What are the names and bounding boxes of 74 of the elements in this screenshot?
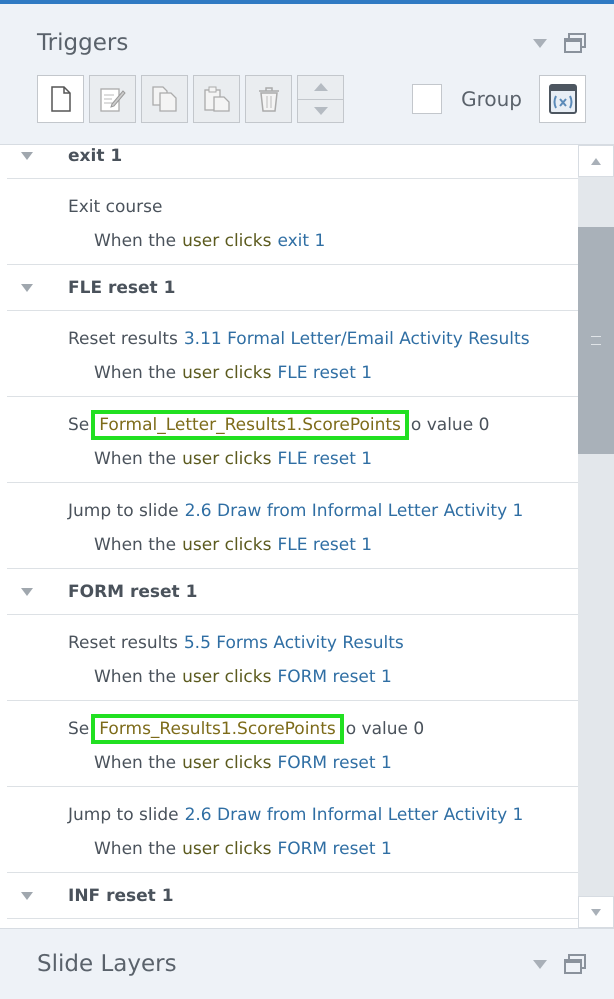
group-name[interactable]: INF reset 1 (68, 886, 174, 906)
clipboard-icon (204, 86, 230, 112)
object-link[interactable]: 5.5 Forms Activity Results (184, 633, 404, 653)
new-trigger-button[interactable] (37, 75, 84, 123)
condition-text: When the (94, 231, 176, 251)
copy-icon (152, 86, 178, 112)
condition-text: When the (94, 363, 176, 383)
scroll-up-button[interactable] (578, 145, 614, 177)
condition-text: When the (94, 753, 176, 773)
keyword-text: user clicks (182, 231, 272, 251)
action-text: Jump to slide (68, 805, 179, 825)
object-link[interactable]: 3.11 Formal Letter/Email Activity Results (184, 329, 530, 349)
move-up-button[interactable] (297, 75, 344, 100)
copy-button[interactable] (141, 75, 188, 123)
action-text: o value 0 (346, 719, 424, 739)
collapse-caret-icon[interactable] (21, 284, 33, 292)
keyword-text: user clicks (182, 449, 272, 469)
condition-text: When the (94, 535, 176, 555)
object-link[interactable]: FORM reset 1 (277, 753, 392, 773)
group-label: Group (461, 87, 522, 111)
collapse-caret-icon[interactable] (21, 892, 33, 900)
variable-highlight: Formal_Letter_Results1.ScorePoints (91, 410, 409, 440)
edit-page-icon (100, 86, 126, 112)
up-arrow-icon (591, 158, 601, 164)
object-link[interactable]: FLE reset 1 (277, 449, 372, 469)
keyword-text: user clicks (182, 839, 272, 859)
move-down-button[interactable] (297, 100, 344, 123)
action-text: o value 0 (410, 415, 490, 435)
keyword-text: user clicks (182, 363, 272, 383)
delete-button[interactable] (245, 75, 292, 123)
action-text: Se (68, 415, 90, 435)
scrollbar-thumb[interactable] (578, 227, 614, 454)
group-checkbox[interactable] (412, 84, 442, 114)
collapse-caret-icon[interactable] (21, 152, 33, 160)
condition-text: When the (94, 839, 176, 859)
object-link[interactable]: FLE reset 1 (277, 535, 372, 555)
keyword-text: user clicks (182, 667, 272, 687)
object-link[interactable]: exit 1 (277, 231, 326, 251)
trash-icon (256, 86, 280, 112)
group-name[interactable]: FLE reset 1 (68, 278, 176, 298)
restore-window-icon[interactable] (564, 33, 586, 53)
down-arrow-icon (314, 106, 328, 115)
scroll-down-button[interactable] (578, 896, 614, 928)
dropdown-caret-icon[interactable] (533, 960, 547, 968)
blank-page-icon (50, 86, 70, 112)
variable-window-icon (548, 84, 576, 114)
variables-button[interactable] (539, 75, 586, 123)
restore-window-icon[interactable] (564, 954, 586, 974)
object-link[interactable]: FLE reset 1 (277, 363, 372, 383)
variable-highlight: Forms_Results1.ScorePoints (91, 714, 344, 744)
object-link[interactable]: FORM reset 1 (277, 839, 392, 859)
object-link[interactable]: FORM reset 1 (277, 667, 392, 687)
group-name[interactable]: FORM reset 1 (68, 582, 198, 602)
panel-title: Slide Layers (37, 951, 177, 977)
action-text: Se (68, 719, 90, 739)
group-name[interactable]: exit 1 (68, 146, 122, 166)
action-text: Exit course (68, 197, 162, 217)
keyword-text: user clicks (182, 753, 272, 773)
action-text: Reset results (68, 633, 178, 653)
action-text: Jump to slide (68, 501, 179, 521)
action-text: Reset results (68, 329, 178, 349)
object-link[interactable]: 2.6 Draw from Informal Letter Activity 1 (184, 501, 524, 521)
panel-title: Triggers (37, 30, 128, 56)
paste-button[interactable] (193, 75, 240, 123)
edit-trigger-button[interactable] (89, 75, 136, 123)
dropdown-caret-icon[interactable] (533, 38, 547, 48)
down-arrow-icon (591, 908, 601, 916)
keyword-text: user clicks (182, 535, 272, 555)
collapse-caret-icon[interactable] (21, 588, 33, 596)
condition-text: When the (94, 667, 176, 687)
object-link[interactable]: 2.6 Draw from Informal Letter Activity 1 (184, 805, 524, 825)
condition-text: When the (94, 449, 176, 469)
grip-icon (591, 336, 601, 345)
up-arrow-icon (314, 83, 328, 92)
